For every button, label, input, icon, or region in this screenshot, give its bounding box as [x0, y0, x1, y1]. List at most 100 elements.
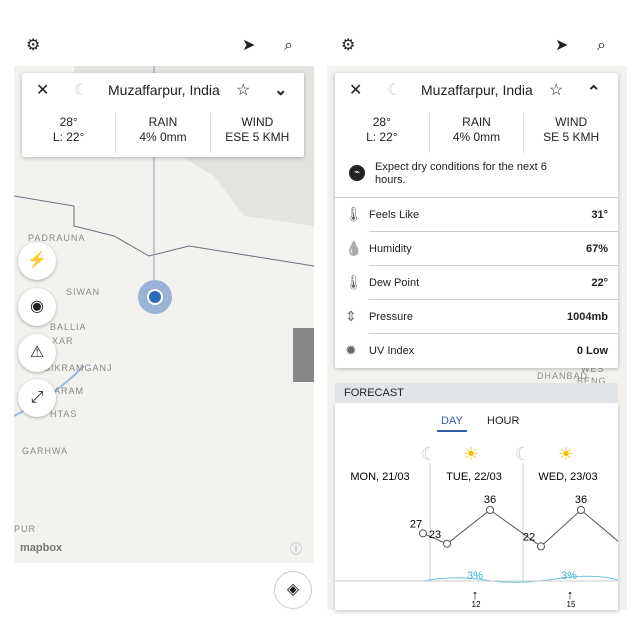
detail-label: Humidity	[369, 243, 412, 255]
star-icon[interactable]: ☆	[236, 81, 250, 101]
top-bar: ⚙ ➤ ⌕	[14, 36, 314, 60]
search-icon[interactable]: ⌕	[284, 36, 293, 56]
temperature-label: 27	[410, 518, 422, 530]
day-label: TUE, 22/03	[446, 471, 502, 483]
detail-row: ✹ UV Index 0 Low	[335, 334, 618, 368]
map-label: GARHWA	[22, 446, 69, 456]
gear-icon[interactable]: ⚙	[26, 36, 40, 56]
low-temp: L: 22°	[366, 130, 398, 144]
sun-icon: ☀	[558, 444, 574, 464]
detail-label: Pressure	[369, 311, 414, 323]
wind-value: ESE 5 KMH	[225, 130, 290, 144]
temp: 28°	[372, 115, 391, 129]
top-bar: ⚙ ➤ ⌕	[327, 36, 627, 60]
detail-value: 31°	[591, 209, 608, 221]
summary: ⌁ Expect dry conditions for the next 6 h…	[335, 157, 618, 198]
rain-chance-label: 3%	[467, 570, 483, 582]
detail-row: 🌡 Feels Like 31°	[335, 198, 618, 232]
gauge-icon: ⌁	[349, 165, 365, 181]
temperature-label: 22	[523, 531, 535, 543]
rain-chance-label: 3%	[561, 570, 577, 582]
chevron-down-icon[interactable]: ⌄	[274, 81, 287, 101]
forecast-panel: DAY HOUR ☾ ☀ ☾ ☀ MON, 21/03 TUE, 22/03 WED, 23…	[335, 403, 618, 610]
layers-button[interactable]: ◈	[274, 571, 312, 609]
detail-row: 💧 Humidity 67%	[335, 232, 618, 266]
warning-button[interactable]: ⚠	[18, 334, 56, 372]
wind-arrow-icon: ↑	[567, 587, 574, 602]
map-label: ARAM	[54, 386, 85, 396]
location-arrow-icon[interactable]: ➤	[555, 36, 568, 56]
pressure-icon: ⇕	[345, 308, 357, 324]
expand-button[interactable]: ⤢	[18, 379, 56, 417]
temperature-point	[537, 542, 545, 551]
moon-icon: ☾	[387, 82, 402, 99]
detail-value: 67%	[585, 243, 608, 255]
sun-icon: ☀	[463, 444, 479, 464]
rain-stat: RAIN 4% 0mm	[430, 113, 525, 153]
temp-stat: 28° L: 22°	[22, 113, 117, 153]
temperature-line	[422, 509, 618, 548]
mapbox-logo: mapbox	[20, 542, 63, 554]
location-card: ✕ ☾ Muzaffarpur, India ☆ ⌄ 28° L: 22° RAI…	[22, 73, 304, 157]
moon-icon: ☾	[74, 82, 89, 99]
close-icon[interactable]: ✕	[36, 81, 49, 101]
radar-icon: ◉	[30, 298, 44, 315]
map-label: BALLIA	[50, 322, 87, 332]
detail-row: ⇕ Pressure 1004mb	[335, 300, 618, 334]
rain-value: 4% 0mm	[452, 130, 501, 144]
temperature-label: 23	[429, 529, 441, 541]
rain-stat: RAIN 4% 0mm	[116, 113, 211, 153]
warning-icon: ⚠	[29, 344, 45, 361]
location-title: Muzaffarpur, India	[421, 82, 533, 98]
moon-icon: ☾	[515, 444, 531, 464]
wind-value: SE 5 KMH	[543, 130, 600, 144]
wind-label: WIND	[241, 115, 274, 129]
detail-value: 1004mb	[567, 311, 608, 323]
wind-arrow-icon: ↑	[472, 587, 479, 602]
rain-label: RAIN	[148, 115, 178, 129]
star-icon[interactable]: ☆	[549, 81, 563, 101]
location-detail-card: ✕ ☾ Muzaffarpur, India ☆ ⌃ 28° L: 22° RAI…	[335, 73, 618, 368]
temperature-label: 36	[484, 494, 496, 506]
right-screen: ⚙ ➤ ⌕ DHANBAD WES BENG ✕ ☾ Muzaffarpur, …	[327, 0, 627, 640]
wind-stat: WIND SE 5 KMH	[524, 113, 618, 153]
rain-value: 4% 0mm	[139, 130, 187, 144]
temp: 28°	[59, 115, 78, 129]
detail-value: 0 Low	[576, 345, 608, 357]
detail-value: 22°	[591, 277, 608, 289]
map-label: XAR	[52, 336, 74, 346]
temperature-point	[419, 529, 427, 538]
forecast-header: FORECAST	[335, 383, 618, 403]
temperature-point	[443, 539, 451, 548]
low-temp: L: 22°	[52, 130, 85, 144]
close-icon[interactable]: ✕	[349, 81, 362, 101]
map-label: SIKRAMGANJ	[44, 363, 113, 373]
wind-stat: WIND ESE 5 KMH	[211, 113, 304, 153]
chevron-up-icon[interactable]: ⌃	[587, 83, 600, 103]
rain-label: RAIN	[462, 115, 491, 129]
search-icon[interactable]: ⌕	[597, 36, 606, 56]
left-screen: ⚙ ➤ ⌕ PADRAUNA SIWAN BALLIA XAR SIKRAMGA…	[14, 0, 314, 640]
lightning-icon: ⚡	[27, 252, 47, 269]
day-label: MON, 21/03	[350, 471, 409, 483]
temperature-point	[577, 506, 585, 514]
detail-label: Dew Point	[369, 277, 420, 289]
temperature-label: 36	[575, 494, 587, 506]
location-title: Muzaffarpur, India	[108, 82, 220, 98]
detail-label: Feels Like	[369, 209, 420, 221]
layers-icon: ◈	[286, 581, 300, 598]
map-label: PUR	[14, 524, 37, 534]
wind-label: WIND	[555, 115, 588, 129]
location-arrow-icon[interactable]: ➤	[242, 36, 255, 56]
lightning-button[interactable]: ⚡	[18, 242, 56, 280]
radar-button[interactable]: ◉	[18, 288, 56, 326]
gear-icon[interactable]: ⚙	[341, 36, 355, 56]
temp-stat: 28° L: 22°	[335, 113, 430, 153]
thermometer-low-icon: 🌡	[345, 274, 363, 290]
map-label: HTAS	[50, 409, 78, 419]
forecast-chart: ☾ ☀ ☾ ☀ MON, 21/03 TUE, 22/03 WED, 23/03 27 23 36…	[335, 444, 618, 609]
thermometer-icon: 🌡	[345, 206, 363, 222]
info-icon[interactable]: ⓘ	[290, 540, 302, 557]
temperature-point	[486, 506, 494, 514]
droplet-icon: 💧	[345, 240, 363, 256]
